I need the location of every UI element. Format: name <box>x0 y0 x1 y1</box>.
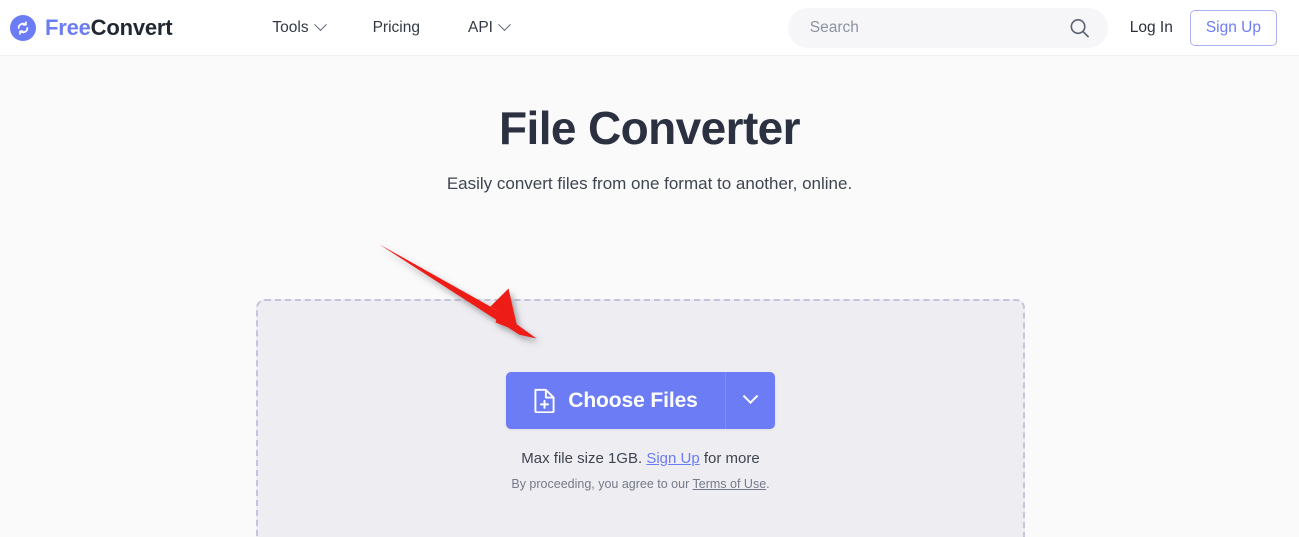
header-right-cluster: Log In Sign Up <box>787 0 1299 56</box>
primary-nav: Tools Pricing API <box>248 11 533 45</box>
file-plus-icon <box>533 388 556 413</box>
choose-files-label: Choose Files <box>568 388 698 412</box>
page-title: File Converter <box>499 102 801 154</box>
refresh-circle-logo-icon <box>10 14 36 41</box>
max-file-size-prefix: Max file size 1GB. <box>521 450 643 467</box>
max-file-size-note: Max file size 1GB. Sign Up for more <box>521 450 759 467</box>
brand-word-convert: Convert <box>90 14 173 40</box>
brand-wordmark: FreeConvert <box>45 14 173 41</box>
page-subtitle: Easily convert files from one format to … <box>446 173 853 193</box>
nav-item-pricing[interactable]: Pricing <box>349 11 444 45</box>
max-file-size-suffix: for more <box>703 450 760 467</box>
file-dropzone[interactable]: Choose Files Max file size 1GB. Sign Up … <box>256 299 1025 537</box>
chevron-down-icon <box>313 18 327 32</box>
signup-button[interactable]: Sign Up <box>1189 10 1277 46</box>
dropzone-inner: Choose Files Max file size 1GB. Sign Up … <box>258 372 1023 491</box>
terms-suffix: . <box>766 477 770 491</box>
main-content: File Converter Easily convert files from… <box>0 102 1299 537</box>
choose-files-button[interactable]: Choose Files <box>506 372 725 429</box>
nav-item-pricing-label: Pricing <box>372 18 420 36</box>
terms-note: By proceeding, you agree to our Terms of… <box>511 477 769 491</box>
terms-of-use-link[interactable]: Terms of Use <box>693 477 767 491</box>
search-input[interactable] <box>787 8 1108 48</box>
nav-item-tools[interactable]: Tools <box>248 11 348 45</box>
choose-files-dropdown-button[interactable] <box>724 372 775 429</box>
nav-item-tools-label: Tools <box>272 18 309 36</box>
search-box[interactable] <box>787 8 1108 48</box>
terms-prefix: By proceeding, you agree to our <box>511 477 690 491</box>
chevron-down-icon <box>742 388 759 405</box>
nav-item-api-label: API <box>467 18 493 36</box>
choose-files-button-group: Choose Files <box>506 372 775 429</box>
brand-logo-link[interactable]: FreeConvert <box>10 14 173 41</box>
brand-word-free: Free <box>45 14 91 40</box>
max-file-size-signup-link[interactable]: Sign Up <box>646 450 699 467</box>
nav-item-api[interactable]: API <box>444 11 533 45</box>
chevron-down-icon <box>498 18 511 32</box>
login-link[interactable]: Log In <box>1130 19 1173 37</box>
site-header: FreeConvert Tools Pricing API Log In Sig… <box>0 0 1299 56</box>
